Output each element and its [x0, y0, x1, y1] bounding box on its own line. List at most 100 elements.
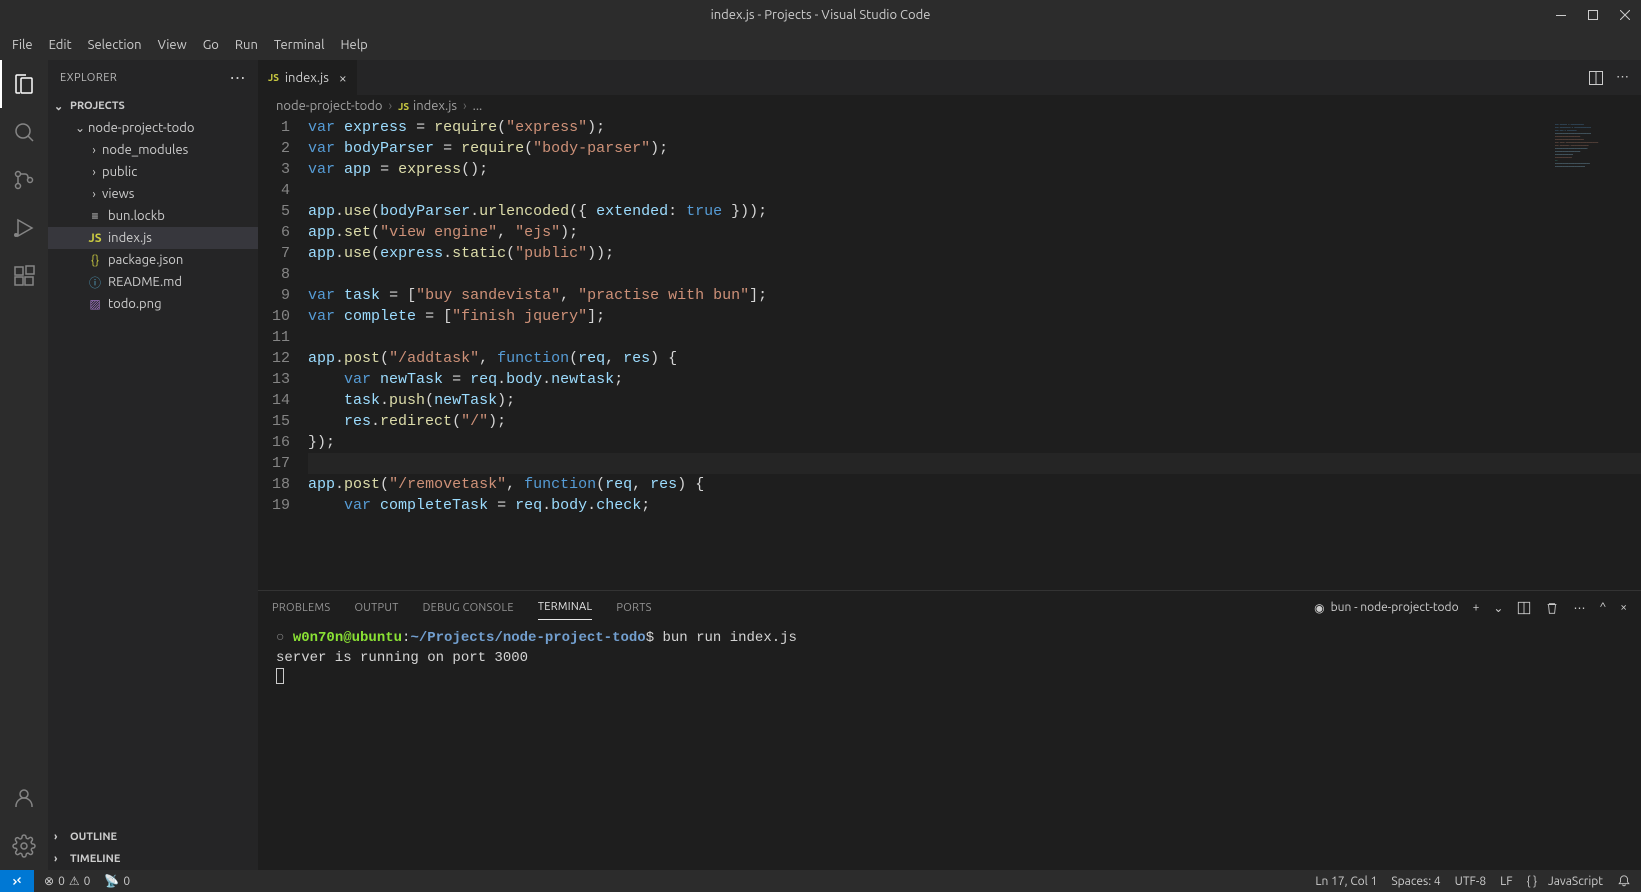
tree-item-label: README.md — [108, 275, 182, 289]
terminal-selector[interactable]: ◉ bun - node-project-todo — [1314, 601, 1458, 615]
close-button[interactable] — [1609, 0, 1641, 30]
code-editor[interactable]: 12345678910111213141516171819 var expres… — [258, 117, 1641, 590]
file-bun-lockb[interactable]: ≡bun.lockb — [48, 205, 258, 227]
code-line-10[interactable]: var complete = ["finish jquery"]; — [308, 306, 1641, 327]
kill-terminal-icon[interactable] — [1545, 601, 1559, 615]
eol[interactable]: LF — [1500, 875, 1512, 888]
errors-warnings[interactable]: ⊗0 ⚠0 — [44, 874, 90, 888]
code-line-19[interactable]: var completeTask = req.body.check; — [308, 495, 1641, 516]
new-terminal-icon[interactable]: + — [1473, 601, 1480, 614]
js-file-icon: JS — [398, 101, 409, 112]
editor-area: JS index.js × ⋯ node-project-todo › JS i… — [258, 60, 1641, 870]
panel-tab-ports[interactable]: PORTS — [616, 596, 651, 620]
breadcrumb-item[interactable]: ... — [473, 99, 483, 113]
code-line-15[interactable]: res.redirect("/"); — [308, 411, 1641, 432]
remote-button[interactable] — [0, 870, 34, 892]
menu-selection[interactable]: Selection — [80, 34, 150, 56]
menu-run[interactable]: Run — [227, 34, 266, 56]
search-icon[interactable] — [0, 108, 48, 156]
code-line-4[interactable] — [308, 180, 1641, 201]
close-tab-icon[interactable]: × — [339, 70, 347, 86]
file-package-json[interactable]: {}package.json — [48, 249, 258, 271]
panel-tab-output[interactable]: OUTPUT — [354, 596, 398, 620]
sidebar: EXPLORER ⋯ ⌄ PROJECTS ⌄node-project-todo… — [48, 60, 258, 870]
code-line-6[interactable]: app.set("view engine", "ejs"); — [308, 222, 1641, 243]
menu-file[interactable]: File — [4, 34, 41, 56]
cursor-position[interactable]: Ln 17, Col 1 — [1315, 875, 1377, 888]
breadcrumb-item[interactable]: index.js — [413, 99, 457, 113]
antenna-icon: 📡 — [104, 874, 119, 888]
editor-tabs: JS index.js × ⋯ — [258, 60, 1641, 95]
extensions-icon[interactable] — [0, 252, 48, 300]
file-index-js[interactable]: JSindex.js — [48, 227, 258, 249]
indentation[interactable]: Spaces: 4 — [1391, 875, 1440, 888]
split-terminal-icon[interactable] — [1517, 601, 1531, 615]
terminal-content[interactable]: ○ w0n70n@ubuntu:~/Projects/node-project-… — [258, 624, 1641, 870]
panel-tab-debug-console[interactable]: DEBUG CONSOLE — [423, 596, 514, 620]
menu-view[interactable]: View — [150, 34, 195, 56]
code-line-7[interactable]: app.use(express.static("public")); — [308, 243, 1641, 264]
terminal-label: bun - node-project-todo — [1331, 601, 1459, 614]
code-line-1[interactable]: var express = require("express"); — [308, 117, 1641, 138]
timeline-label: TIMELINE — [70, 853, 120, 865]
language-mode[interactable]: { } JavaScript — [1527, 875, 1603, 888]
minimap[interactable]: ▬▬▬ ▬▬▬▬▬▬ ▬ ▬▬▬▬▬▬▬▬▬▬▬ ▬▬▬ ▬▬▬▬▬▬▬▬▬ ▬… — [1555, 123, 1635, 223]
timeline-section[interactable]: › TIMELINE — [48, 848, 258, 870]
terminal-user: w0n70n@ubuntu — [293, 630, 402, 646]
file-type-icon: ⓘ — [86, 274, 104, 291]
folder-node_modules[interactable]: ›node_modules — [48, 139, 258, 161]
code-line-13[interactable]: var newTask = req.body.newtask; — [308, 369, 1641, 390]
dropdown-icon[interactable]: ⌄ — [1493, 601, 1503, 615]
outline-section[interactable]: › OUTLINE — [48, 826, 258, 848]
code-line-2[interactable]: var bodyParser = require("body-parser"); — [308, 138, 1641, 159]
settings-gear-icon[interactable] — [0, 822, 48, 870]
code-line-9[interactable]: var task = ["buy sandevista", "practise … — [308, 285, 1641, 306]
code-line-11[interactable] — [308, 327, 1641, 348]
code-line-5[interactable]: app.use(bodyParser.urlencoded({ extended… — [308, 201, 1641, 222]
file-README-md[interactable]: ⓘ README.md — [48, 271, 258, 293]
chevron-down-icon: ⌄ — [72, 121, 88, 135]
chevron-right-icon: › — [54, 831, 68, 843]
breadcrumbs[interactable]: node-project-todo › JS index.js › ... — [258, 95, 1641, 117]
sidebar-more-icon[interactable]: ⋯ — [230, 68, 247, 87]
notifications-icon[interactable] — [1617, 874, 1631, 888]
sidebar-title: EXPLORER — [60, 72, 117, 84]
menu-terminal[interactable]: Terminal — [266, 34, 333, 56]
sidebar-project-header[interactable]: ⌄ PROJECTS — [48, 95, 258, 117]
menu-edit[interactable]: Edit — [41, 34, 80, 56]
code-line-18[interactable]: app.post("/removetask", function(req, re… — [308, 474, 1641, 495]
folder-views[interactable]: ›views — [48, 183, 258, 205]
file-todo-png[interactable]: ▨todo.png — [48, 293, 258, 315]
minimize-button[interactable] — [1545, 0, 1577, 30]
more-icon[interactable]: ⋯ — [1573, 601, 1585, 615]
code-line-8[interactable] — [308, 264, 1641, 285]
code-line-17[interactable] — [308, 453, 1641, 474]
run-debug-icon[interactable] — [0, 204, 48, 252]
panel-tab-problems[interactable]: PROBLEMS — [272, 596, 330, 620]
tree-item-label: todo.png — [108, 297, 162, 311]
more-actions-icon[interactable]: ⋯ — [1616, 70, 1629, 85]
activitybar — [0, 60, 48, 870]
code-content[interactable]: var express = require("express");var bod… — [308, 117, 1641, 590]
breadcrumb-item[interactable]: node-project-todo — [276, 99, 383, 113]
menu-go[interactable]: Go — [195, 34, 227, 56]
encoding[interactable]: UTF-8 — [1455, 875, 1486, 888]
code-line-12[interactable]: app.post("/addtask", function(req, res) … — [308, 348, 1641, 369]
maximize-panel-icon[interactable]: ^ — [1599, 601, 1606, 614]
source-control-icon[interactable] — [0, 156, 48, 204]
folder-node-project-todo[interactable]: ⌄node-project-todo — [48, 117, 258, 139]
folder-public[interactable]: ›public — [48, 161, 258, 183]
maximize-button[interactable] — [1577, 0, 1609, 30]
terminal-prompt: $ — [646, 630, 654, 646]
panel-tab-terminal[interactable]: TERMINAL — [538, 595, 593, 620]
close-panel-icon[interactable]: × — [1620, 601, 1627, 614]
split-editor-icon[interactable] — [1588, 70, 1604, 86]
code-line-16[interactable]: }); — [308, 432, 1641, 453]
menu-help[interactable]: Help — [332, 34, 375, 56]
code-line-3[interactable]: var app = express(); — [308, 159, 1641, 180]
tab-index-js[interactable]: JS index.js × — [258, 60, 358, 95]
code-line-14[interactable]: task.push(newTask); — [308, 390, 1641, 411]
explorer-icon[interactable] — [0, 60, 48, 108]
ports-status[interactable]: 📡0 — [104, 874, 130, 888]
accounts-icon[interactable] — [0, 774, 48, 822]
